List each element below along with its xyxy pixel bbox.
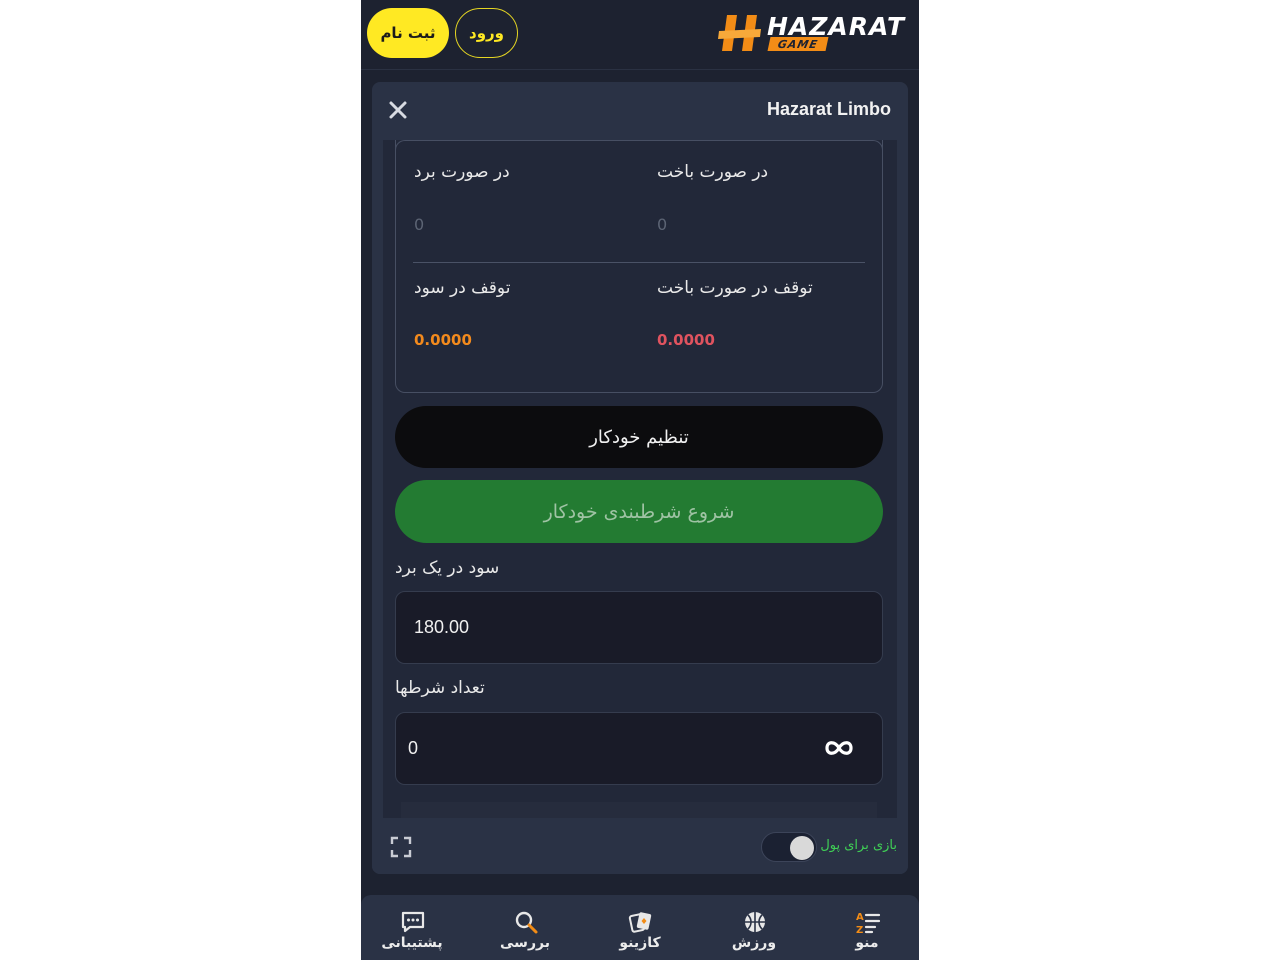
hazarat-logo[interactable]: HAZARAT GAME [717, 10, 907, 56]
profit-on-win-label: سود در یک برد [395, 558, 500, 578]
nav-sport[interactable]: ورزش [704, 895, 804, 960]
bet-count-label: تعداد شرطها [395, 678, 485, 698]
stop-on-loss-label: توقف در صورت باخت [657, 278, 813, 298]
close-icon[interactable] [386, 98, 410, 122]
menu-az-icon: A Z [856, 912, 881, 935]
game-panel: Hazarat Limbo در صورت برد 0 در صورت باخت… [372, 82, 908, 874]
nav-search[interactable]: بررسی [475, 895, 575, 960]
profit-on-win-value[interactable]: 180.00 [414, 592, 469, 663]
nav-casino[interactable]: کازینو [590, 895, 690, 960]
start-auto-bet-button[interactable]: شروع شرطبندی خودکار [395, 480, 883, 543]
bottom-nav: پشتیبانی بررسی کازینو ورزش A Z منو [361, 895, 919, 960]
profit-on-win-field[interactable]: 180.00 [395, 591, 883, 664]
bet-count-field[interactable]: 0 [395, 712, 883, 785]
game-panel-footer: بازی برای پول [372, 818, 908, 874]
game-title: Hazarat Limbo [766, 99, 891, 119]
on-win-input[interactable]: 0 [414, 215, 424, 234]
svg-text:A: A [856, 912, 864, 923]
infinity-icon[interactable] [824, 737, 854, 759]
nav-support[interactable]: پشتیبانی [362, 895, 462, 960]
partially-visible-control [401, 802, 877, 818]
signup-button[interactable]: ثبت نام [367, 8, 449, 58]
nav-support-label: پشتیبانی [381, 935, 443, 951]
stop-on-profit-label: توقف در سود [414, 278, 511, 298]
app-frame: ثبت نام ورود HAZARAT GAME Hazarat Limbo … [361, 0, 919, 960]
cards-icon [628, 912, 652, 933]
auto-strategy-box: در صورت برد 0 در صورت باخت 0 توقف در سود… [395, 140, 883, 393]
fullscreen-icon[interactable] [390, 836, 412, 858]
nav-menu-label: منو [855, 935, 879, 951]
login-button[interactable]: ورود [455, 8, 518, 58]
stop-on-loss-input[interactable]: 0.0000 [657, 331, 715, 349]
auto-settings-button[interactable]: تنظیم خودکار [395, 406, 883, 468]
game-body: در صورت برد 0 در صورت باخت 0 توقف در سود… [383, 140, 897, 818]
nav-sport-label: ورزش [731, 935, 777, 951]
nav-search-label: بررسی [500, 935, 550, 951]
on-win-label: در صورت برد [414, 162, 510, 182]
on-loss-label: در صورت باخت [657, 162, 769, 182]
game-panel-header: Hazarat Limbo [372, 82, 908, 140]
top-header: ثبت نام ورود HAZARAT GAME [361, 0, 919, 70]
stop-on-profit-input[interactable]: 0.0000 [414, 331, 472, 349]
nav-menu[interactable]: A Z منو [817, 895, 917, 960]
svg-text:Z: Z [856, 925, 863, 935]
real-money-toggle[interactable] [761, 832, 817, 862]
logo-subtext: GAME [767, 37, 829, 51]
nav-casino-label: کازینو [619, 935, 661, 951]
toggle-knob [790, 836, 814, 860]
basketball-icon [745, 912, 765, 932]
box-top-edge [395, 140, 883, 150]
chat-icon [401, 911, 425, 933]
real-money-label: بازی برای پول [820, 838, 897, 853]
box-divider [413, 262, 865, 263]
on-loss-input[interactable]: 0 [657, 215, 667, 234]
bet-count-value[interactable]: 0 [408, 713, 418, 784]
search-icon [515, 911, 538, 934]
logo-h-icon [718, 15, 761, 51]
